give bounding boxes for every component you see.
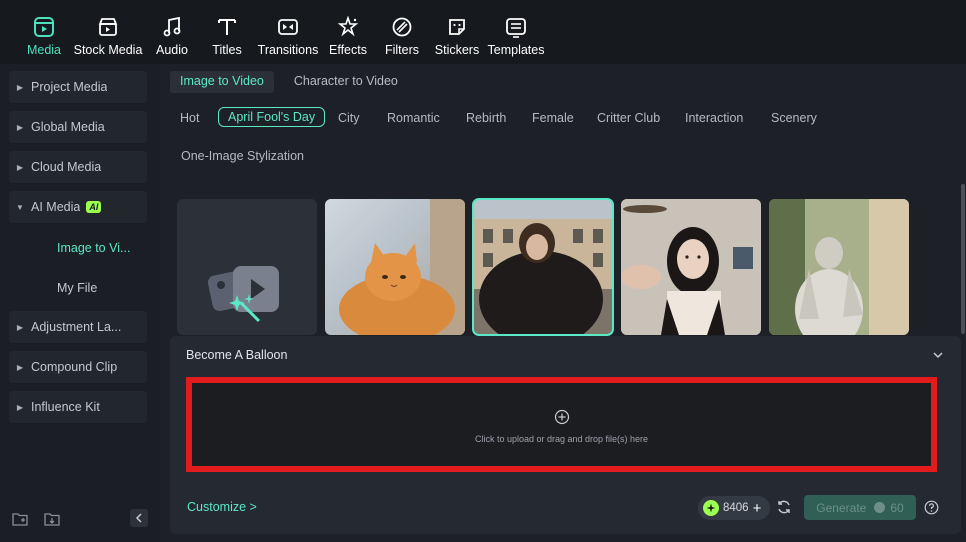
toolbar-stickers[interactable]: Stickers bbox=[434, 0, 480, 64]
effects-icon bbox=[335, 14, 361, 40]
add-credits-icon: + bbox=[752, 499, 762, 517]
sidebar-item-global-media[interactable]: ▶ Global Media bbox=[9, 111, 147, 143]
music-note-icon bbox=[159, 14, 185, 40]
tab-bar: Image to Video Character to Video bbox=[170, 71, 418, 93]
toolbar-filters-label: Filters bbox=[384, 43, 420, 57]
stock-media-icon bbox=[95, 14, 121, 40]
filters-icon bbox=[389, 14, 415, 40]
category-one-image-stylization[interactable]: One-Image Stylization bbox=[181, 149, 304, 163]
tab-character-to-video[interactable]: Character to Video bbox=[284, 71, 408, 93]
toolbar-templates[interactable]: Templates bbox=[487, 0, 545, 64]
tab-image-to-video[interactable]: Image to Video bbox=[170, 71, 274, 93]
credits-pill[interactable]: 8406 + bbox=[698, 496, 770, 520]
thumbnail-statue[interactable] bbox=[769, 199, 909, 335]
add-circle-icon bbox=[554, 409, 569, 425]
category-city[interactable]: City bbox=[338, 111, 360, 125]
media-sidebar: ▶ Project Media ▶ Global Media ▶ Cloud M… bbox=[0, 64, 160, 542]
toolbar-audio-label: Audio bbox=[156, 43, 188, 57]
category-critter-club[interactable]: Critter Club bbox=[597, 111, 660, 125]
generate-label: Generate bbox=[816, 500, 867, 515]
caret-right-icon: ▶ bbox=[16, 322, 24, 332]
caret-right-icon: ▶ bbox=[16, 402, 24, 412]
sidebar-item-compound-clip[interactable]: ▶ Compound Clip bbox=[9, 351, 147, 383]
toolbar-audio[interactable]: Audio bbox=[152, 0, 192, 64]
ai-badge: AI bbox=[86, 201, 102, 213]
credit-coin-icon bbox=[703, 500, 719, 516]
sidebar-item-influence-kit[interactable]: ▶ Influence Kit bbox=[9, 391, 147, 423]
toolbar-stock-media-label: Stock Media bbox=[73, 43, 143, 57]
credit-coin-icon bbox=[874, 502, 886, 513]
generate-button[interactable]: Generate 60 bbox=[804, 495, 916, 520]
caret-right-icon: ▶ bbox=[16, 362, 24, 372]
titles-icon bbox=[214, 14, 240, 40]
transitions-icon bbox=[275, 14, 301, 40]
thumbnail-upload-placeholder[interactable] bbox=[177, 199, 317, 335]
category-april-fools-day[interactable]: April Fool's Day bbox=[218, 107, 326, 127]
new-folder-icon[interactable] bbox=[12, 512, 28, 531]
category-romantic[interactable]: Romantic bbox=[387, 111, 440, 125]
toolbar-effects-label: Effects bbox=[329, 43, 367, 57]
toolbar-media[interactable]: Media bbox=[22, 0, 66, 64]
sidebar-item-cloud-media[interactable]: ▶ Cloud Media bbox=[9, 151, 147, 183]
sidebar-item-label: AI Media bbox=[31, 200, 81, 214]
sidebar-footer bbox=[0, 508, 160, 532]
customize-link[interactable]: Customize > bbox=[187, 500, 257, 514]
toolbar-media-label: Media bbox=[26, 43, 62, 57]
help-icon[interactable] bbox=[924, 500, 939, 515]
sidebar-subitem-image-to-video[interactable]: Image to Vi... bbox=[57, 241, 130, 255]
main-panel: Image to Video Character to Video Hot Ap… bbox=[160, 64, 966, 542]
image-to-video-icon bbox=[207, 266, 279, 323]
category-rebirth[interactable]: Rebirth bbox=[466, 111, 506, 125]
sidebar-item-label: Project Media bbox=[31, 80, 108, 94]
caret-right-icon: ▶ bbox=[16, 122, 24, 132]
toolbar-transitions-label: Transitions bbox=[257, 43, 319, 57]
media-icon bbox=[31, 14, 57, 40]
stickers-icon bbox=[444, 14, 470, 40]
toolbar-transitions[interactable]: Transitions bbox=[256, 0, 320, 64]
sidebar-item-adjustment-layer[interactable]: ▶ Adjustment La... bbox=[9, 311, 147, 343]
panel-title: Become A Balloon bbox=[186, 348, 288, 362]
import-folder-icon[interactable] bbox=[44, 512, 60, 531]
generate-cost: 60 bbox=[890, 500, 904, 515]
sidebar-item-ai-media[interactable]: ▼ AI Media AI bbox=[9, 191, 147, 223]
toolbar-effects[interactable]: Effects bbox=[328, 0, 368, 64]
top-toolbar: Media Stock Media Audio Titles Transitio… bbox=[0, 0, 966, 64]
caret-down-icon: ▼ bbox=[16, 202, 24, 212]
sidebar-item-label: Influence Kit bbox=[31, 400, 100, 414]
toolbar-templates-label: Templates bbox=[487, 43, 545, 57]
category-interaction[interactable]: Interaction bbox=[685, 111, 743, 125]
thumbnail-woman-portrait[interactable] bbox=[621, 199, 761, 335]
collapse-sidebar-button[interactable] bbox=[130, 509, 148, 527]
toolbar-titles[interactable]: Titles bbox=[208, 0, 246, 64]
sidebar-item-label: Global Media bbox=[31, 120, 105, 134]
category-hot[interactable]: Hot bbox=[180, 111, 199, 125]
sidebar-item-project-media[interactable]: ▶ Project Media bbox=[9, 71, 147, 103]
sidebar-item-label: Compound Clip bbox=[31, 360, 118, 374]
category-female[interactable]: Female bbox=[532, 111, 574, 125]
caret-right-icon: ▶ bbox=[16, 82, 24, 92]
refresh-icon[interactable] bbox=[776, 499, 792, 515]
thumbnail-become-a-balloon[interactable] bbox=[472, 198, 614, 336]
caret-right-icon: ▶ bbox=[16, 162, 24, 172]
template-panel: Become A Balloon Click to upload or drag… bbox=[170, 336, 961, 534]
toolbar-stickers-label: Stickers bbox=[434, 43, 480, 57]
scrollbar-thumb[interactable] bbox=[961, 184, 965, 334]
category-scenery[interactable]: Scenery bbox=[771, 111, 817, 125]
credits-count: 8406 bbox=[723, 502, 749, 514]
sidebar-item-label: Cloud Media bbox=[31, 160, 102, 174]
toolbar-filters[interactable]: Filters bbox=[384, 0, 420, 64]
upload-instructions: Click to upload or drag and drop file(s)… bbox=[474, 434, 649, 444]
chevron-left-icon bbox=[135, 513, 142, 523]
sidebar-subitem-my-file[interactable]: My File bbox=[57, 281, 97, 295]
chevron-down-icon[interactable] bbox=[931, 348, 945, 362]
toolbar-titles-label: Titles bbox=[212, 43, 242, 57]
sidebar-item-label: Adjustment La... bbox=[31, 320, 122, 334]
toolbar-stock-media[interactable]: Stock Media bbox=[74, 0, 142, 64]
upload-dropzone[interactable]: Click to upload or drag and drop file(s)… bbox=[186, 377, 937, 472]
templates-icon bbox=[503, 14, 529, 40]
thumbnail-cat[interactable] bbox=[325, 199, 465, 335]
